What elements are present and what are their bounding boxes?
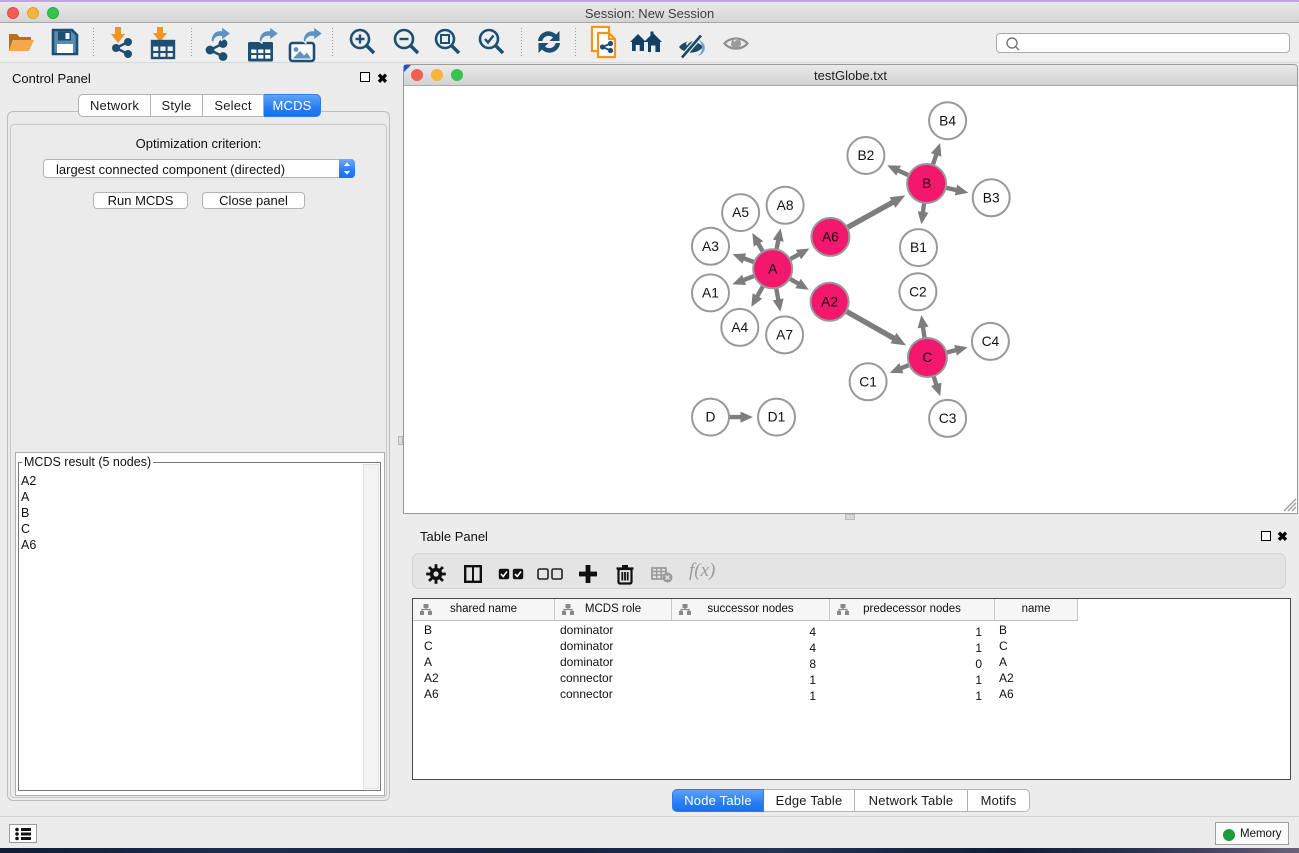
- svg-text:B4: B4: [939, 113, 956, 128]
- svg-text:B: B: [922, 176, 931, 191]
- svg-text:C4: C4: [982, 334, 1000, 349]
- svg-text:C2: C2: [909, 284, 927, 299]
- svg-text:C: C: [922, 350, 932, 365]
- svg-text:C1: C1: [859, 374, 877, 389]
- svg-text:C3: C3: [939, 411, 957, 426]
- svg-text:A2: A2: [821, 294, 838, 309]
- svg-text:A4: A4: [731, 320, 748, 335]
- svg-text:A8: A8: [777, 198, 794, 213]
- svg-text:B3: B3: [983, 190, 1000, 205]
- svg-text:A6: A6: [822, 230, 839, 245]
- svg-text:A5: A5: [732, 205, 749, 220]
- svg-text:A1: A1: [702, 286, 719, 301]
- svg-text:A3: A3: [702, 239, 719, 254]
- svg-text:B2: B2: [857, 148, 874, 163]
- svg-text:D: D: [706, 410, 716, 425]
- svg-text:B1: B1: [910, 240, 927, 255]
- svg-text:D1: D1: [768, 410, 786, 425]
- svg-text:A7: A7: [776, 328, 793, 343]
- svg-text:A: A: [768, 261, 778, 276]
